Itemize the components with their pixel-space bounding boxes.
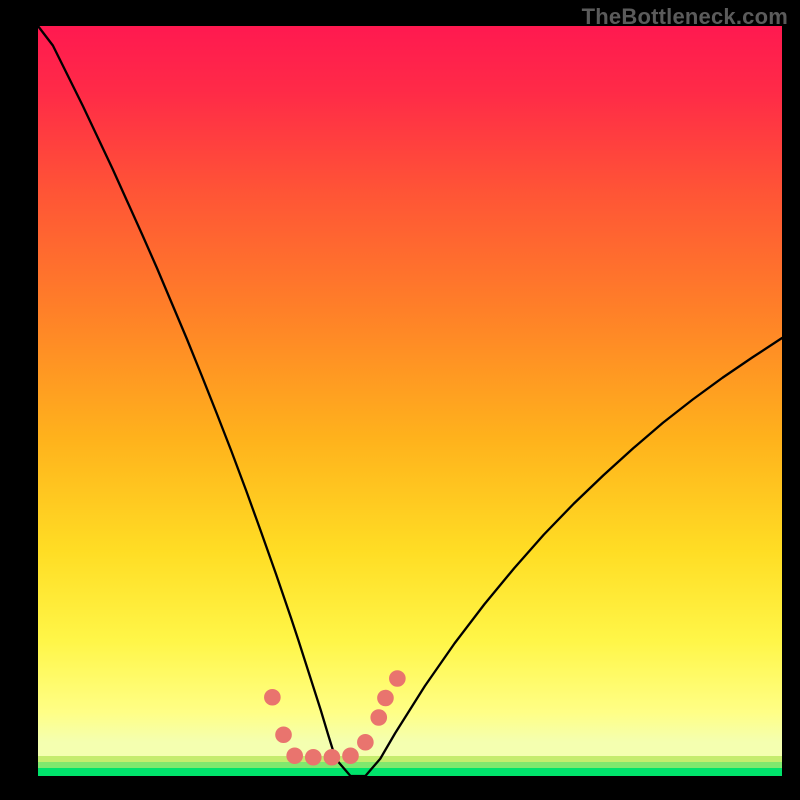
data-marker [371, 710, 387, 726]
data-marker [390, 671, 406, 687]
bottleneck-chart [0, 0, 800, 800]
data-marker [305, 749, 321, 765]
data-marker [378, 690, 394, 706]
data-marker [324, 749, 340, 765]
chart-container: { "watermark": "TheBottleneck.com", "col… [0, 0, 800, 800]
data-marker [358, 734, 374, 750]
green-strip-3 [38, 768, 782, 776]
green-strip-2 [38, 762, 782, 768]
data-marker [287, 748, 303, 764]
data-marker [276, 727, 292, 743]
data-marker [265, 689, 281, 705]
watermark-text: TheBottleneck.com [582, 4, 788, 30]
data-marker [343, 748, 359, 764]
green-strip-1 [38, 756, 782, 762]
gradient-bg [38, 26, 782, 776]
plot-area [38, 26, 782, 776]
